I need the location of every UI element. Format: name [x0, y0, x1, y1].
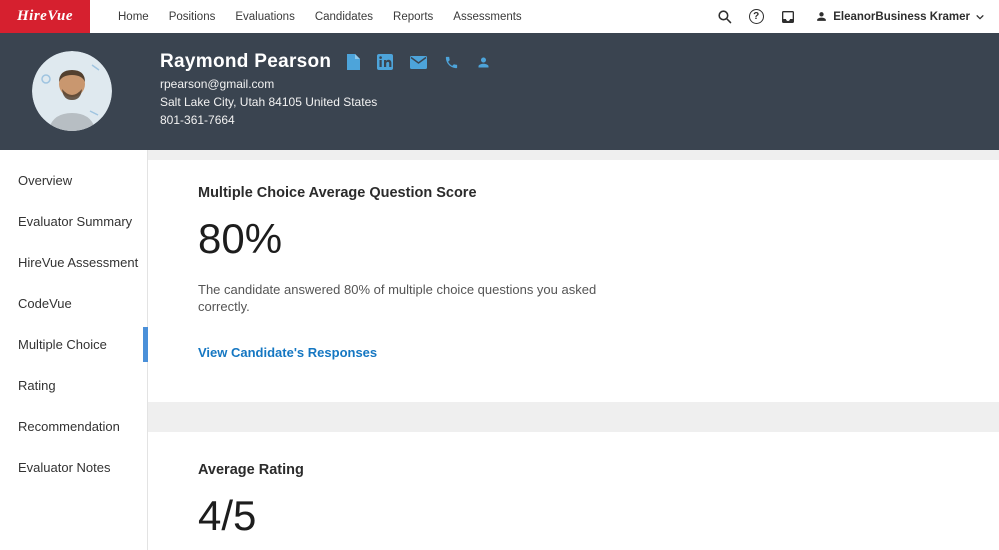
multiple-choice-card: Multiple Choice Average Question Score 8…: [148, 160, 999, 402]
user-menu[interactable]: EleanorBusiness Kramer: [815, 10, 985, 23]
sidebar: Overview Evaluator Summary HireVue Asses…: [0, 150, 148, 550]
help-icon[interactable]: ?: [745, 6, 767, 28]
rating-score: 4/5: [198, 492, 949, 540]
candidate-header: Raymond Pearson: [0, 33, 999, 150]
multiple-choice-card-title: Multiple Choice Average Question Score: [198, 185, 949, 201]
phone-icon[interactable]: [444, 55, 459, 70]
main-nav: Home Positions Evaluations Candidates Re…: [108, 11, 532, 23]
rating-card-title: Average Rating: [198, 462, 949, 478]
linkedin-icon[interactable]: [377, 54, 393, 70]
view-responses-link[interactable]: View Candidate's Responses: [198, 345, 377, 360]
main-area: Overview Evaluator Summary HireVue Asses…: [0, 150, 999, 550]
sidebar-item-overview[interactable]: Overview: [0, 160, 147, 201]
multiple-choice-description: The candidate answered 80% of multiple c…: [198, 281, 618, 315]
nav-item-candidates[interactable]: Candidates: [305, 11, 383, 23]
candidate-info: Raymond Pearson: [160, 51, 508, 127]
sidebar-item-rating[interactable]: Rating: [0, 365, 147, 406]
chevron-down-icon: [975, 12, 985, 22]
rating-card: Average Rating 4/5 ☆: [148, 432, 999, 550]
sidebar-item-multiple-choice[interactable]: Multiple Choice: [0, 324, 147, 365]
nav-right: ? EleanorBusiness Kramer: [703, 6, 999, 28]
profile-icon[interactable]: [476, 55, 491, 70]
sidebar-item-hirevue-assessment[interactable]: HireVue Assessment: [0, 242, 147, 283]
nav-item-assessments[interactable]: Assessments: [443, 11, 531, 23]
sidebar-item-recommendation[interactable]: Recommendation: [0, 406, 147, 447]
user-icon: [815, 10, 828, 23]
sidebar-item-codevue[interactable]: CodeVue: [0, 283, 147, 324]
candidate-phone: 801-361-7664: [160, 114, 508, 127]
search-icon[interactable]: [713, 6, 735, 28]
candidate-name: Raymond Pearson: [160, 51, 331, 73]
nav-item-evaluations[interactable]: Evaluations: [225, 11, 304, 23]
content: Multiple Choice Average Question Score 8…: [148, 150, 999, 550]
nav-item-positions[interactable]: Positions: [159, 11, 226, 23]
user-name: EleanorBusiness Kramer: [833, 11, 970, 23]
hirevue-app: HireVue Home Positions Evaluations Candi…: [0, 0, 999, 550]
resume-icon[interactable]: [347, 54, 360, 70]
candidate-location: Salt Lake City, Utah 84105 United States: [160, 96, 508, 109]
hirevue-logo[interactable]: HireVue: [0, 0, 90, 33]
nav-item-home[interactable]: Home: [108, 11, 159, 23]
candidate-name-row: Raymond Pearson: [160, 51, 508, 73]
nav-item-reports[interactable]: Reports: [383, 11, 443, 23]
candidate-avatar: [32, 51, 112, 131]
sidebar-item-evaluator-summary[interactable]: Evaluator Summary: [0, 201, 147, 242]
top-nav: HireVue Home Positions Evaluations Candi…: [0, 0, 999, 33]
candidate-email: rpearson@gmail.com: [160, 78, 508, 91]
inbox-icon[interactable]: [777, 6, 799, 28]
email-icon[interactable]: [410, 56, 427, 69]
multiple-choice-score: 80%: [198, 215, 949, 263]
sidebar-item-evaluator-notes[interactable]: Evaluator Notes: [0, 447, 147, 488]
